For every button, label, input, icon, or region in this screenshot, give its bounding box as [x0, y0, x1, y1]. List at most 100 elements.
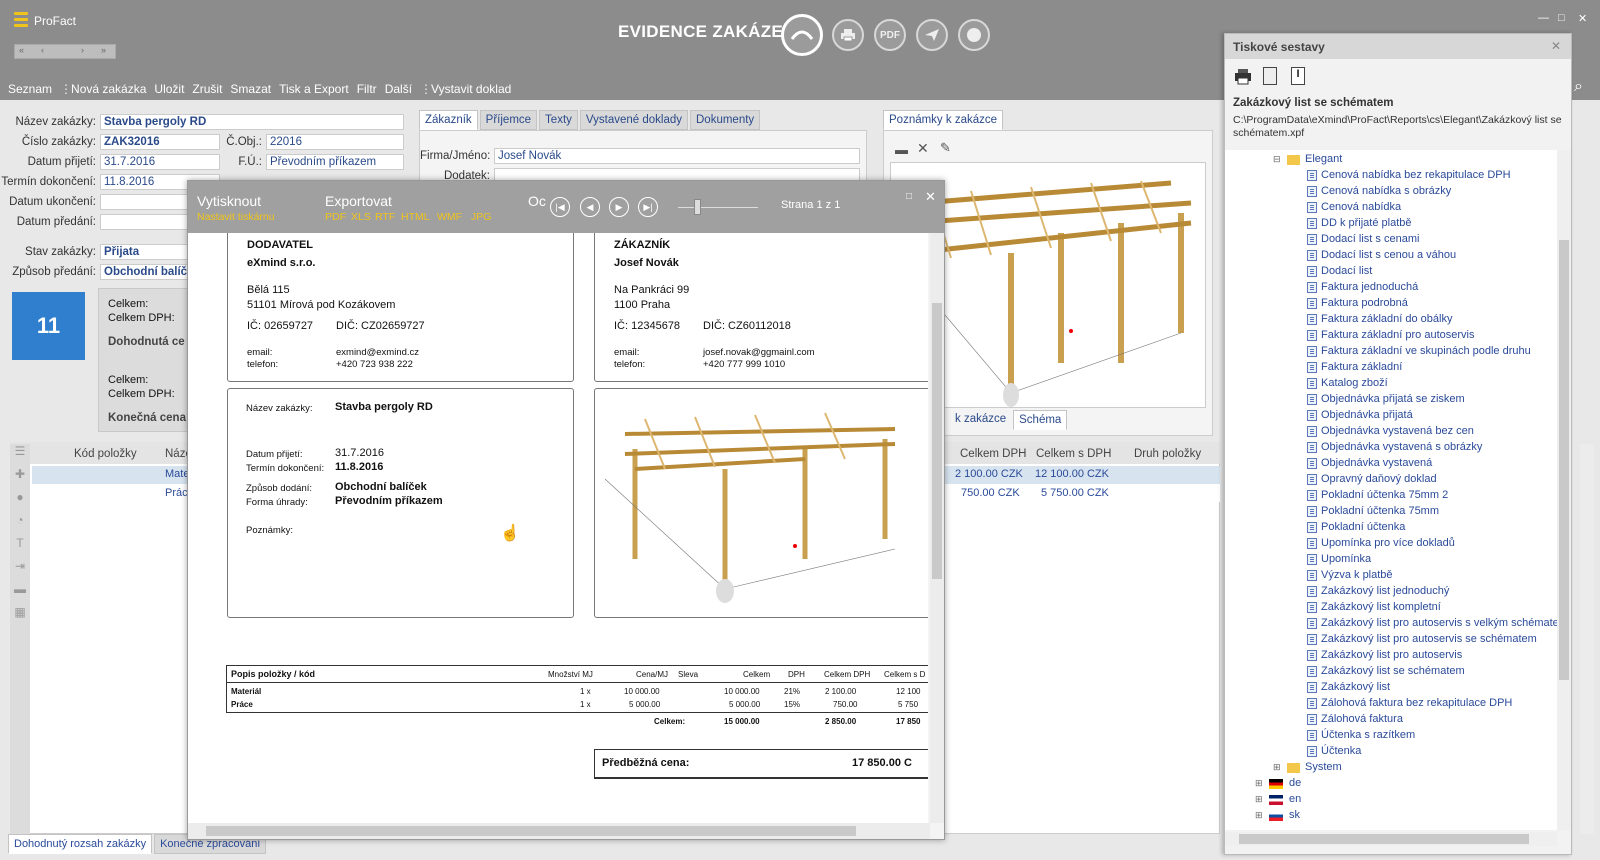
last-page-icon[interactable]: ▶| — [638, 197, 658, 217]
tree-report-item[interactable]: Dodací list s cenami — [1321, 233, 1419, 245]
tree-report-item[interactable]: Objednávka vystavená s obrázky — [1321, 441, 1482, 453]
tab-k-zakazce[interactable]: k zakázce — [950, 410, 1011, 430]
tree-hscroll-thumb[interactable] — [1239, 834, 1529, 844]
maximize-icon[interactable]: □ — [1558, 12, 1565, 24]
vscroll-thumb[interactable] — [932, 303, 942, 579]
send-icon[interactable] — [916, 19, 948, 51]
next-record-button[interactable]: › — [81, 45, 84, 55]
nazev-field[interactable]: Stavba pergoly RD — [100, 114, 404, 130]
cobj-field[interactable]: 22016 — [266, 134, 404, 150]
tree-vscroll-thumb[interactable] — [1559, 240, 1569, 680]
col-kod[interactable]: Kód položky — [74, 448, 137, 460]
tab-vystavene-doklady[interactable]: Vystavené doklady — [579, 110, 688, 130]
prev-page-icon[interactable]: ◀ — [580, 197, 600, 217]
circle-icon[interactable]: ● — [10, 490, 30, 513]
col-celkem-s-dph[interactable]: Celkem s DPH — [1036, 448, 1111, 460]
text-icon[interactable]: T — [10, 536, 30, 559]
hscroll-thumb[interactable] — [206, 826, 856, 836]
first-record-button[interactable]: « — [19, 45, 24, 55]
insert-icon[interactable]: ⇥ — [10, 559, 30, 582]
print-button[interactable]: Vytisknout — [197, 193, 261, 209]
refresh-icon[interactable] — [781, 14, 823, 56]
expand-icon[interactable]: ⊞ — [1255, 778, 1263, 789]
fu-field[interactable]: Převodním příkazem — [266, 154, 404, 170]
table-icon[interactable]: ▦ — [10, 605, 30, 628]
tab-dokumenty[interactable]: Dokumenty — [690, 110, 761, 130]
export-wmf[interactable]: WMF — [437, 211, 462, 223]
tree-report-item[interactable]: Faktura základní do obálky — [1321, 313, 1452, 325]
tree-lang-sk[interactable]: sk — [1289, 809, 1300, 821]
tree-report-item[interactable]: Zakázkový list — [1321, 681, 1390, 693]
tree-report-item[interactable]: Pokladní účtenka 75mm 2 — [1321, 489, 1448, 501]
menu-seznam[interactable]: Seznam — [8, 82, 52, 96]
zpusob-field[interactable]: Obchodní balíč — [100, 264, 190, 280]
tree-folder-system[interactable]: System — [1305, 761, 1342, 773]
close-dialog-icon[interactable]: ✕ — [925, 189, 936, 205]
tree-hscroll[interactable] — [1225, 832, 1557, 846]
close-icon[interactable]: ✕ — [1578, 12, 1587, 25]
menu-smazat[interactable]: Smazat — [230, 82, 271, 96]
print-icon[interactable] — [832, 19, 864, 51]
next-page-icon[interactable]: ▶ — [609, 197, 629, 217]
tree-report-item[interactable]: Zakázkový list pro autoservis — [1321, 649, 1462, 661]
remove-icon[interactable]: ▬ — [10, 582, 30, 605]
tree-report-item[interactable]: Upomínka pro více dokladů — [1321, 537, 1455, 549]
tree-vscroll[interactable] — [1557, 150, 1571, 830]
zoom-slider[interactable] — [694, 199, 701, 215]
tab-zakaznik[interactable]: Zákazník — [419, 110, 478, 130]
tree-report-item[interactable]: Opravný daňový doklad — [1321, 473, 1437, 485]
tree-report-item[interactable]: Zakázkový list pro autoservis se schémat… — [1321, 633, 1537, 645]
delete-icon[interactable]: ✕ — [917, 140, 929, 157]
ukonceni-field[interactable] — [100, 194, 190, 210]
export-jpg[interactable]: JPG — [471, 211, 491, 223]
tree-report-item[interactable]: Faktura podrobná — [1321, 297, 1408, 309]
menu-zrusit[interactable]: Zrušit — [192, 82, 222, 96]
edit-icon[interactable]: ✎ — [940, 140, 951, 156]
folder-icon[interactable]: ▬ — [895, 142, 908, 157]
expand-icon[interactable]: ⊞ — [1273, 762, 1281, 773]
export-pdf[interactable]: PDF — [325, 211, 346, 223]
preview-hscroll[interactable] — [188, 823, 930, 839]
tree-report-item[interactable]: Dodací list — [1321, 265, 1372, 277]
menu-tisk-export[interactable]: Tisk a Export — [279, 82, 349, 96]
expand-icon[interactable]: ⊞ — [1255, 794, 1263, 805]
preview-vscroll[interactable] — [930, 233, 944, 823]
first-page-icon[interactable]: |◀ — [550, 197, 570, 217]
print-report-icon[interactable] — [1233, 67, 1253, 85]
export-xls[interactable]: XLS — [351, 211, 371, 223]
add-icon[interactable]: ✚ — [10, 467, 30, 490]
prijeti-field[interactable]: 31.7.2016 — [100, 154, 220, 170]
minimize-icon[interactable]: — — [1538, 12, 1549, 24]
grid-scrollbar[interactable] — [1580, 444, 1594, 834]
tree-report-item[interactable]: Účtenka s razítkem — [1321, 729, 1415, 741]
firma-field[interactable]: Josef Novák — [494, 148, 860, 164]
tree-report-item[interactable]: Faktura základní ve skupinách podle druh… — [1321, 345, 1531, 357]
maximize-dialog-icon[interactable]: □ — [906, 191, 912, 202]
last-record-button[interactable]: » — [101, 45, 106, 55]
export-rtf[interactable]: RTF — [375, 211, 395, 223]
menu-vystavit-doklad[interactable]: Vystavit doklad — [431, 82, 511, 96]
cislo-field[interactable]: ZAK32016 — [100, 134, 220, 150]
tree-report-item[interactable]: Faktura základní — [1321, 361, 1402, 373]
tree-folder-elegant[interactable]: Elegant — [1305, 153, 1342, 165]
menu-ulozit[interactable]: Uložit — [154, 82, 184, 96]
tab-prijemce[interactable]: Příjemce — [479, 110, 538, 130]
menu-icon[interactable] — [14, 12, 28, 30]
tab-poznamky[interactable]: Poznámky k zakázce — [883, 110, 1004, 130]
tree-report-item[interactable]: Objednávka přijatá — [1321, 409, 1413, 421]
tree-report-item[interactable]: Pokladní účtenka — [1321, 521, 1405, 533]
tree-report-item[interactable]: Pokladní účtenka 75mm — [1321, 505, 1439, 517]
menu-dalsi[interactable]: Další — [385, 82, 412, 96]
printer-setup-link[interactable]: Nastavit tiskárnu — [197, 211, 275, 223]
text-template-icon[interactable]: I — [1291, 67, 1305, 85]
tree-report-item[interactable]: DD k přijaté platbě — [1321, 217, 1412, 229]
tree-report-item[interactable]: Cenová nabídka — [1321, 201, 1401, 213]
pdf-icon[interactable]: PDF — [874, 19, 906, 51]
collapse-icon[interactable]: ⊟ — [1273, 154, 1281, 165]
clock-icon[interactable]: ◔ — [10, 513, 30, 536]
stav-field[interactable]: Přijata — [100, 244, 190, 260]
close-panel-icon[interactable]: ✕ — [1551, 39, 1561, 53]
tab-texty[interactable]: Texty — [539, 110, 578, 130]
tab-dohodnuty-rozsah[interactable]: Dohodnutý rozsah zakázky — [8, 834, 153, 854]
tree-report-item[interactable]: Faktura základní pro autoservis — [1321, 329, 1474, 341]
